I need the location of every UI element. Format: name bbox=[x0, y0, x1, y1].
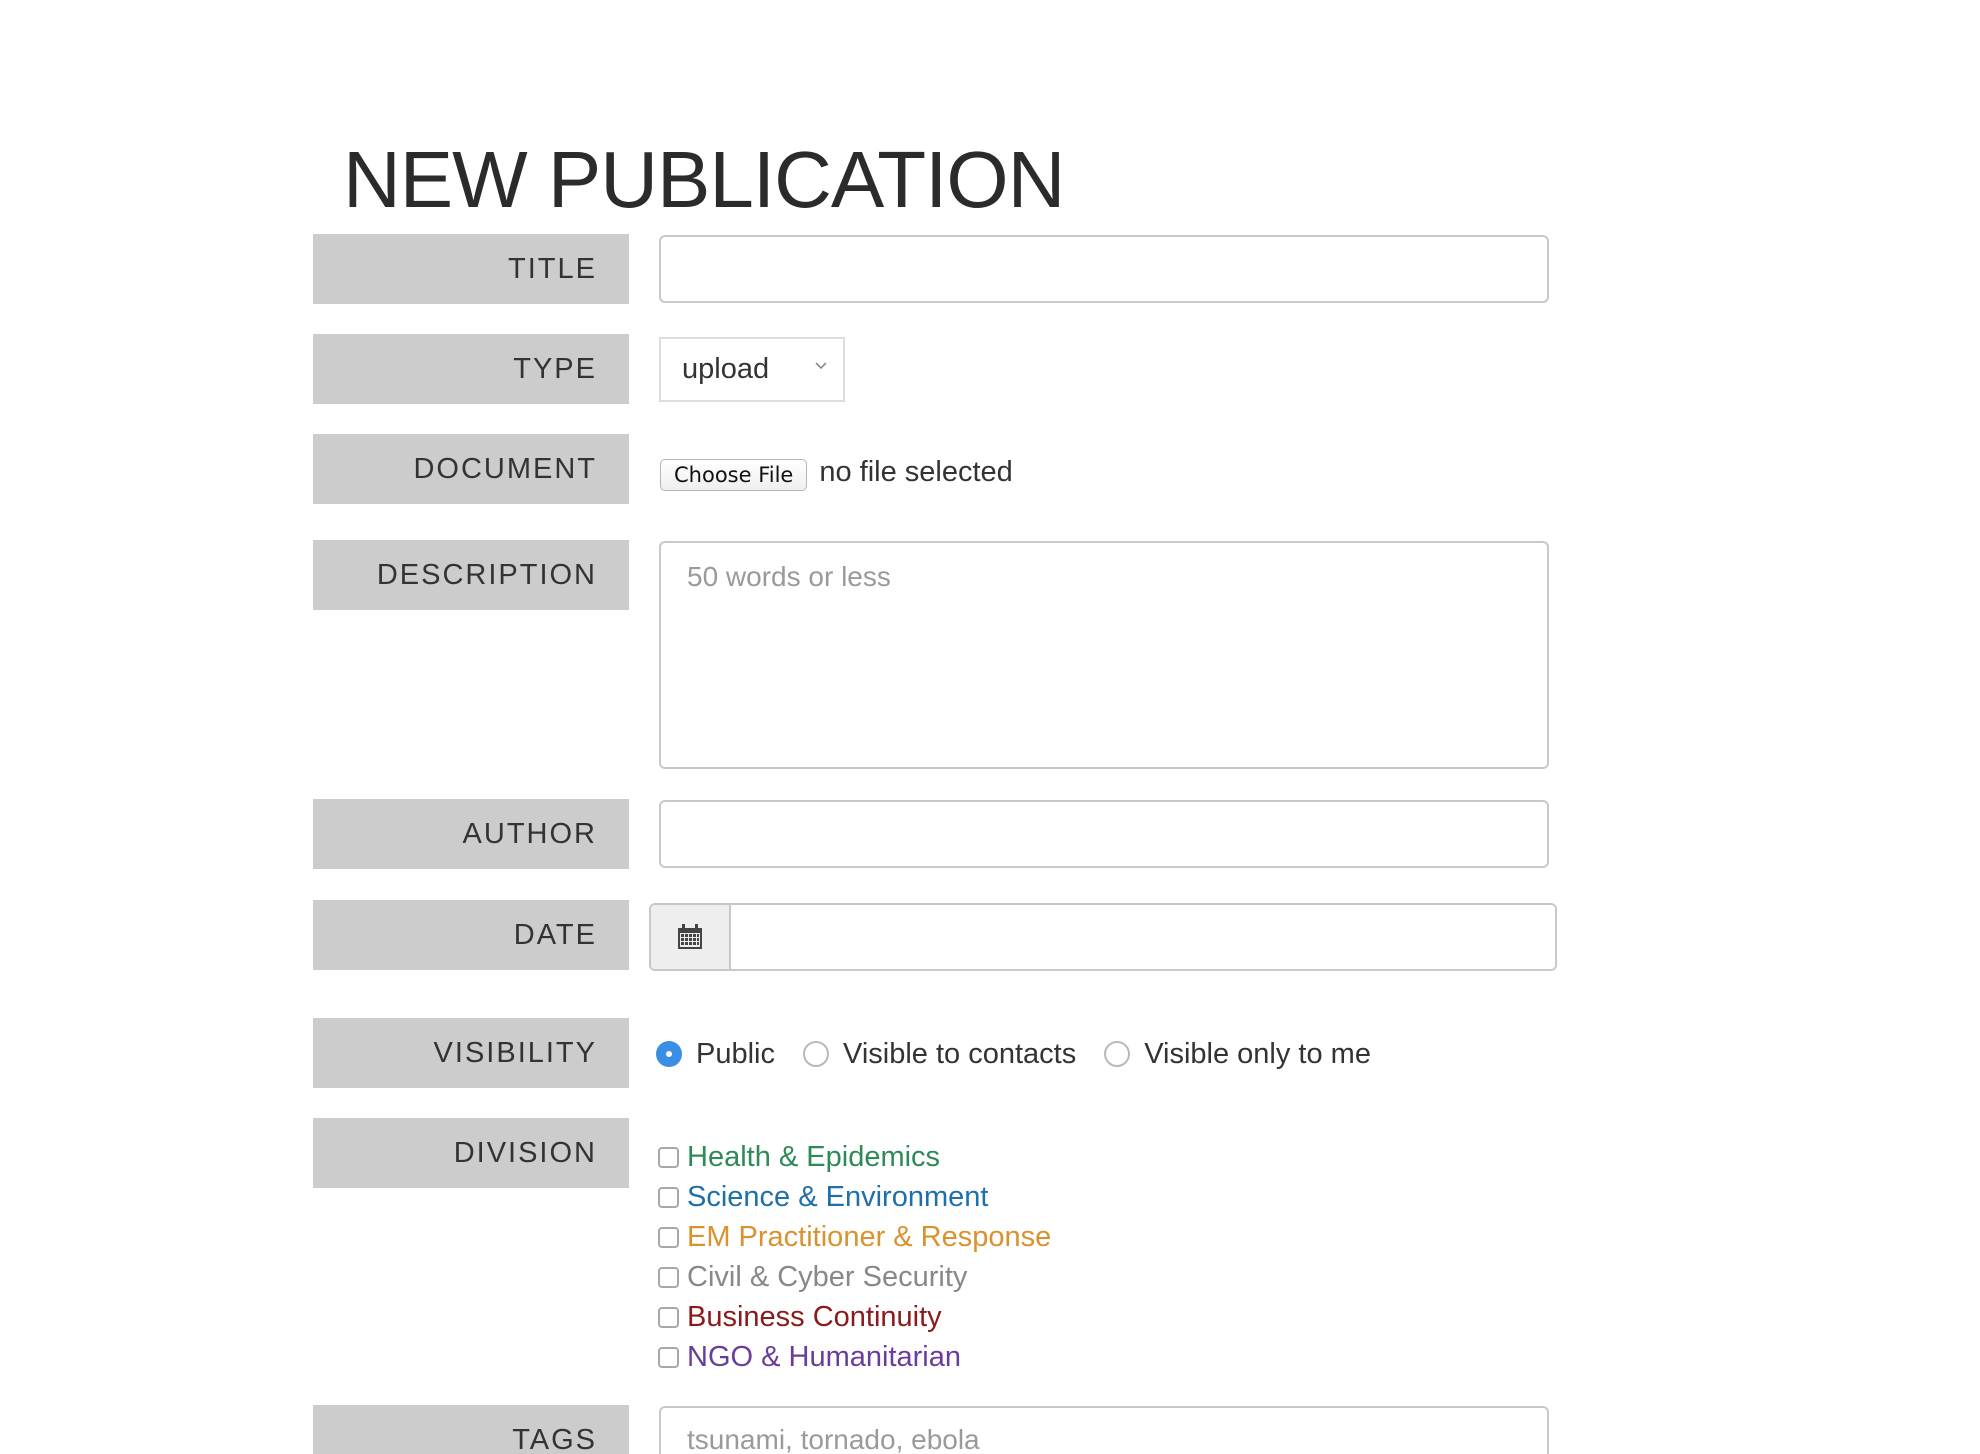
division-option-civil-cyber[interactable]: Civil & Cyber Security bbox=[658, 1257, 1051, 1297]
new-publication-page: NEW PUBLICATION TITLE TYPE upload DOCUME… bbox=[0, 0, 1980, 1454]
checkbox[interactable] bbox=[658, 1186, 679, 1208]
calendar-icon bbox=[678, 924, 702, 949]
division-option-science[interactable]: Science & Environment bbox=[658, 1177, 1051, 1217]
radio-button[interactable] bbox=[1104, 1041, 1131, 1067]
checkbox[interactable] bbox=[658, 1346, 679, 1368]
checkbox[interactable] bbox=[658, 1226, 679, 1248]
visibility-radio-group: Public Visible to contacts Visible only … bbox=[656, 1026, 1399, 1082]
division-option-label: EM Practitioner & Response bbox=[687, 1220, 1052, 1253]
type-select[interactable]: upload bbox=[659, 337, 845, 402]
visibility-option-label: Public bbox=[696, 1037, 775, 1070]
division-option-business-continuity[interactable]: Business Continuity bbox=[658, 1297, 1051, 1337]
author-input[interactable] bbox=[659, 800, 1549, 868]
visibility-label: VISIBILITY bbox=[313, 1018, 629, 1088]
document-file-picker: Choose File no file selected bbox=[660, 448, 1013, 496]
visibility-option-label: Visible to contacts bbox=[843, 1037, 1077, 1070]
title-label: TITLE bbox=[313, 234, 629, 304]
division-label: DIVISION bbox=[313, 1118, 629, 1188]
division-option-health[interactable]: Health & Epidemics bbox=[658, 1137, 1051, 1177]
date-input-group bbox=[649, 903, 1557, 971]
visibility-option-label: Visible only to me bbox=[1144, 1037, 1371, 1070]
tags-input[interactable] bbox=[659, 1406, 1549, 1454]
division-option-label: Business Continuity bbox=[687, 1300, 942, 1333]
tags-label: TAGS bbox=[313, 1405, 629, 1454]
file-status-text: no file selected bbox=[819, 455, 1013, 488]
choose-file-button[interactable]: Choose File bbox=[660, 459, 808, 491]
title-input[interactable] bbox=[659, 235, 1549, 303]
division-option-label: NGO & Humanitarian bbox=[687, 1340, 961, 1373]
visibility-option-only-me[interactable]: Visible only to me bbox=[1104, 1038, 1371, 1071]
author-label: AUTHOR bbox=[313, 799, 629, 869]
calendar-button[interactable] bbox=[651, 905, 731, 969]
type-label: TYPE bbox=[313, 334, 629, 404]
checkbox[interactable] bbox=[658, 1266, 679, 1288]
description-label: DESCRIPTION bbox=[313, 540, 629, 610]
description-textarea[interactable] bbox=[659, 541, 1549, 769]
visibility-option-contacts[interactable]: Visible to contacts bbox=[803, 1038, 1076, 1071]
visibility-option-public[interactable]: Public bbox=[656, 1038, 775, 1071]
division-option-label: Science & Environment bbox=[687, 1180, 989, 1213]
radio-button[interactable] bbox=[803, 1041, 829, 1067]
checkbox[interactable] bbox=[658, 1306, 679, 1328]
division-option-label: Civil & Cyber Security bbox=[687, 1260, 968, 1293]
type-select-value: upload bbox=[682, 353, 770, 385]
division-option-ngo[interactable]: NGO & Humanitarian bbox=[658, 1337, 1051, 1377]
chevron-down-icon bbox=[815, 362, 827, 370]
division-option-label: Health & Epidemics bbox=[687, 1140, 941, 1173]
division-checkbox-list: Health & Epidemics Science & Environment… bbox=[658, 1137, 1051, 1377]
date-label: DATE bbox=[313, 900, 629, 970]
division-option-em-practitioner[interactable]: EM Practitioner & Response bbox=[658, 1217, 1051, 1257]
checkbox[interactable] bbox=[658, 1146, 679, 1168]
date-input[interactable] bbox=[731, 905, 1555, 969]
document-label: DOCUMENT bbox=[313, 434, 629, 504]
page-title: NEW PUBLICATION bbox=[343, 135, 1065, 224]
radio-button-checked[interactable] bbox=[656, 1041, 682, 1067]
